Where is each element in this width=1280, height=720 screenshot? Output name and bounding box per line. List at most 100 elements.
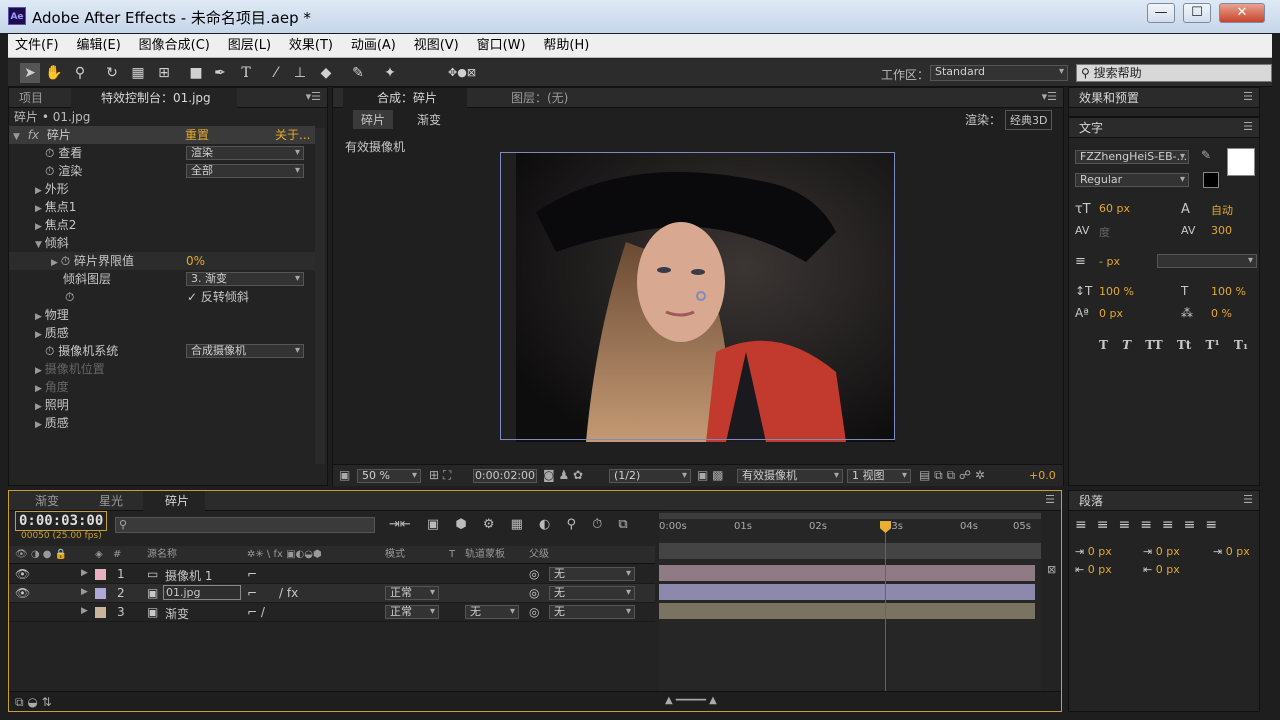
- shy-switch-icon[interactable]: ⌐ /: [247, 605, 265, 619]
- group-physics[interactable]: ▶ 物理: [35, 306, 69, 324]
- about-link[interactable]: 关于...: [275, 126, 310, 144]
- pickwhip-icon[interactable]: ◎: [529, 567, 539, 581]
- menu-help[interactable]: 帮助(H): [536, 34, 596, 58]
- invert-gradient-checkbox[interactable]: ✓ 反转倾斜: [187, 288, 249, 306]
- label-color-swatch[interactable]: [95, 607, 106, 618]
- region-interest-icon[interactable]: ▣ ▩: [697, 468, 724, 482]
- renderer-button[interactable]: 经典3D: [1005, 110, 1053, 130]
- faux-italic-button[interactable]: T: [1122, 338, 1131, 352]
- panel-menu-icon[interactable]: ☰: [1243, 493, 1253, 506]
- indent-right[interactable]: ⇥ 0 px: [1143, 545, 1180, 558]
- layer-search-field[interactable]: ⚲: [115, 517, 375, 533]
- label-color-swatch[interactable]: [95, 588, 106, 599]
- tab-effect-controls[interactable]: 特效控制台：01.jpg: [71, 88, 237, 108]
- indent-first-line[interactable]: ⇥ 0 px: [1213, 545, 1250, 558]
- group-force2[interactable]: ▶ 焦点2: [35, 216, 76, 234]
- font-family-select[interactable]: FZZhengHeiS-EB-...: [1075, 150, 1189, 164]
- space-before[interactable]: ⇤ 0 px: [1075, 563, 1112, 576]
- selection-tool-icon[interactable]: ➤: [20, 63, 40, 83]
- resolution-select[interactable]: (1/2): [609, 469, 691, 483]
- faux-bold-button[interactable]: T: [1099, 338, 1108, 352]
- text-style-buttons[interactable]: T T TT Tt T¹ T₁: [1099, 338, 1248, 352]
- space-after[interactable]: ⇤ 0 px: [1143, 563, 1180, 576]
- maximize-button[interactable]: ☐: [1183, 3, 1211, 23]
- collapse-icon[interactable]: ▼: [13, 132, 20, 142]
- menu-file[interactable]: 文件(F): [8, 34, 66, 58]
- view-select[interactable]: 渲染: [186, 146, 304, 160]
- brush-tool-icon[interactable]: ⁄: [266, 63, 286, 83]
- all-caps-button[interactable]: TT: [1145, 338, 1162, 352]
- zoom-select[interactable]: 50 %: [357, 469, 421, 483]
- menu-composition[interactable]: 图像合成(C): [132, 34, 217, 58]
- tab-project[interactable]: 项目: [19, 88, 43, 108]
- type-tool-icon[interactable]: T: [236, 63, 256, 83]
- hand-tool-icon[interactable]: ✋: [44, 63, 64, 83]
- stopwatch-icon[interactable]: ⏱: [65, 288, 74, 306]
- camera-system-select[interactable]: 合成摄像机: [186, 344, 304, 358]
- breadcrumb-comp[interactable]: 碎片: [353, 110, 394, 129]
- pan-behind-tool-icon[interactable]: ⊞: [154, 63, 174, 83]
- stroke-order-select[interactable]: [1157, 254, 1257, 268]
- toggle-switches-icons[interactable]: ⧉ ◒ ⇅: [15, 695, 52, 710]
- small-caps-button[interactable]: Tt: [1177, 338, 1191, 352]
- group-force1[interactable]: ▶ 焦点1: [35, 198, 76, 216]
- clone-stamp-tool-icon[interactable]: ⊥: [290, 63, 310, 83]
- stroke-width-value[interactable]: - px: [1099, 255, 1120, 268]
- blend-mode-select[interactable]: 正常: [385, 605, 439, 619]
- fx-switch-icon[interactable]: / fx: [279, 586, 298, 600]
- tsume-value[interactable]: 0 %: [1211, 307, 1232, 320]
- always-preview-icon[interactable]: ▣: [339, 468, 350, 482]
- layer-row-image[interactable]: 👁 ▶ 2 ▣ 01.jpg ⌐ / fx 正常 ◎ 无: [9, 584, 655, 603]
- grid-icon[interactable]: ⊞ ⛶: [429, 468, 451, 483]
- menu-animation[interactable]: 动画(A): [344, 34, 403, 58]
- eraser-tool-icon[interactable]: ◆: [316, 63, 336, 83]
- stopwatch-icon[interactable]: ⏱: [45, 146, 58, 160]
- tab-composition[interactable]: 合成：碎片: [343, 88, 467, 108]
- leading-value[interactable]: 自动: [1211, 202, 1233, 218]
- shatter-threshold-value[interactable]: 0%: [186, 252, 205, 270]
- layer-name[interactable]: 摄像机 1: [165, 567, 212, 584]
- pen-tool-icon[interactable]: ✒: [210, 63, 230, 83]
- view-options-icon[interactable]: ▤ ⧉ ⧉ ☍ ✲: [919, 468, 985, 483]
- breadcrumb-gradient[interactable]: 渐变: [417, 111, 441, 128]
- zoom-tool-icon[interactable]: ⚲: [70, 63, 90, 83]
- rectangle-tool-icon[interactable]: ■: [186, 63, 206, 83]
- tab-effects-presets[interactable]: 效果和预置: [1079, 88, 1139, 108]
- group-textures[interactable]: ▶ 质感: [35, 324, 69, 342]
- font-size-value[interactable]: 60 px: [1099, 202, 1130, 215]
- font-style-select[interactable]: Regular: [1075, 173, 1189, 187]
- superscript-button[interactable]: T¹: [1206, 338, 1220, 352]
- active-camera-select[interactable]: 有效摄像机: [737, 469, 843, 483]
- indent-left[interactable]: ⇥ 0 px: [1075, 545, 1112, 558]
- layer-row-gradient[interactable]: ▶ 3 ▣ 渐变 ⌐ / 正常 无 ◎ 无: [9, 603, 655, 622]
- vertical-scale-value[interactable]: 100 %: [1099, 285, 1134, 298]
- time-ruler[interactable]: 0:00s 01s 02s 03s 04s 05s: [659, 521, 1041, 543]
- group-shape[interactable]: ▶ 外形: [35, 180, 69, 198]
- close-button[interactable]: ✕: [1219, 3, 1265, 23]
- blend-mode-select[interactable]: 正常: [385, 586, 439, 600]
- panel-menu-icon[interactable]: ▾☰: [1042, 90, 1057, 103]
- fx-icon[interactable]: fx: [28, 128, 39, 142]
- puppet-pin-tool-icon[interactable]: ✦: [380, 63, 400, 83]
- tracking-value[interactable]: 300: [1211, 224, 1232, 237]
- tab-character[interactable]: 文字: [1079, 118, 1103, 138]
- tab-shatter-comp[interactable]: 碎片: [143, 491, 205, 511]
- timeline-current-time[interactable]: 0:00:03:00: [15, 511, 107, 531]
- eye-icon[interactable]: 👁: [15, 567, 30, 581]
- eyedropper-icon[interactable]: ✎: [1201, 148, 1211, 162]
- roto-brush-tool-icon[interactable]: ✎: [348, 63, 368, 83]
- group-lighting[interactable]: ▶ 照明: [35, 396, 69, 414]
- menu-edit[interactable]: 编辑(E): [69, 34, 127, 58]
- baseline-shift-value[interactable]: 0 px: [1099, 307, 1123, 320]
- tab-gradient-comp[interactable]: 渐变: [19, 491, 59, 511]
- pickwhip-icon[interactable]: ◎: [529, 586, 539, 600]
- layer-row-camera[interactable]: 👁 ▶ 1 ▭ 摄像机 1 ⌐ ◎ 无: [9, 565, 655, 584]
- current-time-display[interactable]: 0:00:02:00: [473, 469, 537, 483]
- anchor-point-icon[interactable]: [696, 291, 706, 301]
- work-area-bar[interactable]: [659, 513, 1041, 519]
- workspace-select[interactable]: Standard: [930, 65, 1068, 81]
- horizontal-scale-value[interactable]: 100 %: [1211, 285, 1246, 298]
- render-select[interactable]: 全部: [186, 164, 304, 178]
- stopwatch-icon[interactable]: ⏱: [61, 254, 74, 268]
- label-color-swatch[interactable]: [95, 569, 106, 580]
